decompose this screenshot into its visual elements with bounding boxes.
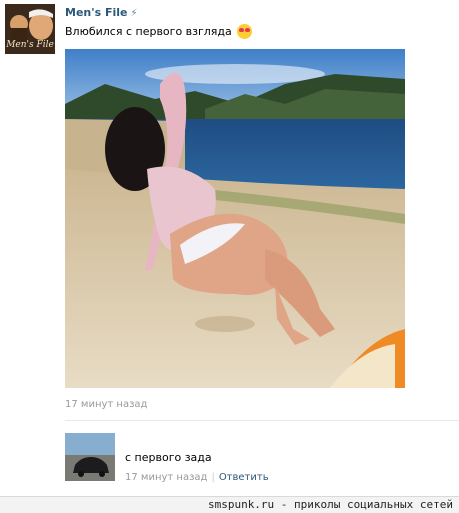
post-caption: Влюбился с первого взгляда [65, 25, 232, 38]
heart-eyes-emoji [237, 24, 253, 39]
post-photo[interactable] [65, 49, 405, 388]
beach-photo [65, 49, 405, 388]
avatar-caption: Men's File [6, 40, 54, 50]
author-name[interactable]: Men's File [65, 6, 128, 19]
lightning-icon: ⚡ [130, 8, 138, 19]
wall-post: Men's File Men's File ⚡ Влюбился с первог… [0, 0, 459, 513]
post-author[interactable]: Men's File ⚡ [65, 6, 138, 19]
comment-timestamp[interactable]: 17 минут назад [125, 472, 207, 483]
reply-link[interactable]: Ответить [219, 472, 269, 483]
comment-meta: 17 минут назад | Ответить [125, 472, 269, 483]
comment-author-marker [125, 434, 129, 440]
watermark-footer: smspunk.ru - приколы социальных сетей [0, 497, 459, 513]
commenter-avatar[interactable] [65, 433, 115, 481]
author-avatar[interactable]: Men's File [5, 4, 55, 54]
post-timestamp[interactable]: 17 минут назад [65, 399, 147, 410]
meta-separator: | [211, 472, 215, 483]
car-image [65, 433, 115, 481]
post-text: Влюбился с первого взгляда [65, 24, 253, 39]
comment-text: с первого зада [125, 451, 212, 464]
divider [65, 420, 459, 421]
